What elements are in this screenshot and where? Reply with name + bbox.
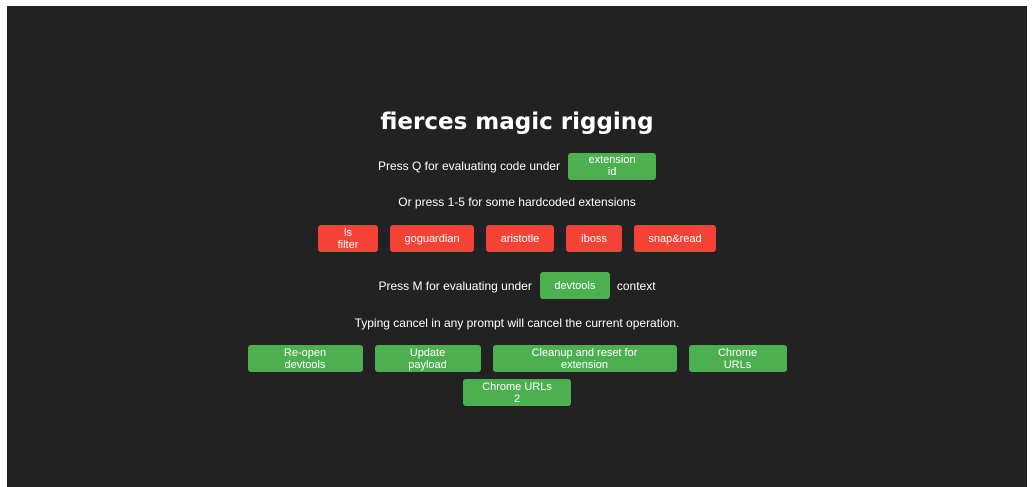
action-buttons-row-2: Chrome URLs 2	[7, 379, 1027, 406]
devtools-context-label: context	[616, 278, 656, 293]
cancel-hint: Typing cancel in any prompt will cancel …	[354, 316, 680, 330]
cancel-hint-row: Typing cancel in any prompt will cancel …	[7, 315, 1027, 331]
extension-button-snap-read[interactable]: snap&read	[634, 225, 716, 252]
update-payload-button[interactable]: Update payload	[374, 345, 481, 372]
reopen-devtools-button[interactable]: Re-open devtools	[247, 345, 363, 372]
devtools-button[interactable]: devtools	[539, 272, 610, 299]
extension-button-goguardian[interactable]: goguardian	[390, 225, 474, 252]
extension-button-aristotle[interactable]: aristotle	[486, 225, 554, 252]
chrome-urls-button[interactable]: Chrome URLs	[688, 345, 787, 372]
extension-id-button[interactable]: extension id	[568, 152, 657, 180]
hardcoded-extensions-instruction: Or press 1-5 for some hardcoded extensio…	[398, 195, 636, 209]
devtools-instruction: Press M for evaluating under	[378, 278, 532, 293]
hardcoded-instruction-row: Or press 1-5 for some hardcoded extensio…	[7, 194, 1027, 210]
extension-id-row: Press Q for evaluating code under extens…	[7, 152, 1027, 180]
page-title: fierces magic rigging	[380, 109, 654, 135]
main-panel: fierces magic rigging Press Q for evalua…	[7, 6, 1027, 487]
extension-button-ls-filter[interactable]: ls filter	[318, 225, 378, 252]
cleanup-reset-button[interactable]: Cleanup and reset for extension	[492, 345, 677, 372]
extension-button-iboss[interactable]: iboss	[566, 225, 622, 252]
action-buttons-row: Re-open devtools Update payload Cleanup …	[7, 345, 1027, 372]
chrome-urls-2-button[interactable]: Chrome URLs 2	[463, 379, 571, 406]
extension-buttons-row: ls filter goguardian aristotle iboss sna…	[7, 225, 1027, 252]
devtools-row: Press M for evaluating under devtools co…	[7, 272, 1027, 299]
extension-id-instruction: Press Q for evaluating code under	[377, 159, 561, 173]
